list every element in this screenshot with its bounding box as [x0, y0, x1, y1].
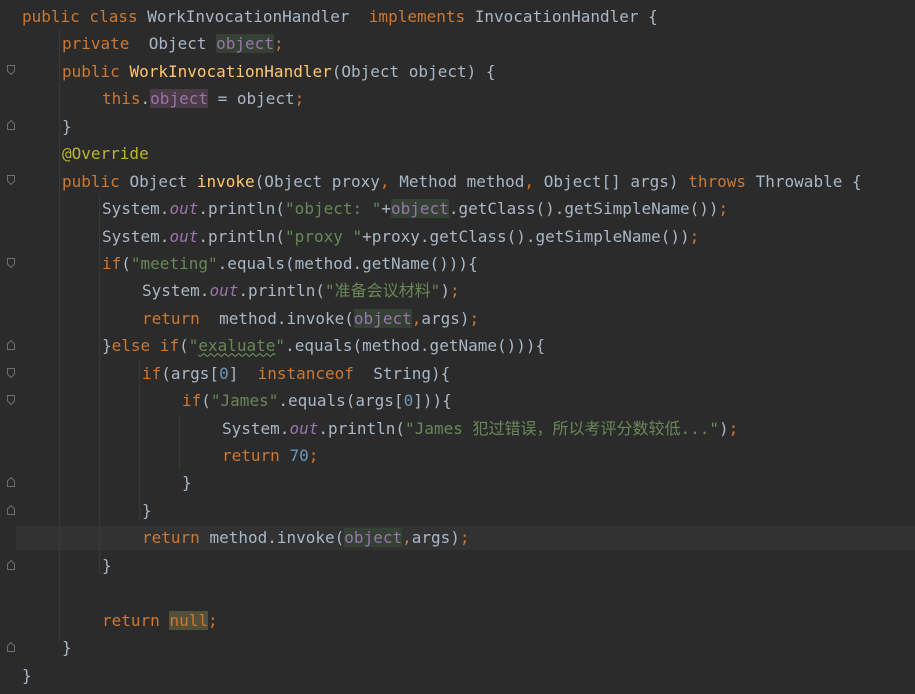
code-line-current[interactable]: return method.invoke(object,args);	[22, 524, 862, 551]
code-line[interactable]: System.out.println("proxy "+proxy.getCla…	[22, 223, 862, 250]
code-line[interactable]: public class WorkInvocationHandler imple…	[22, 3, 862, 30]
fold-open-icon[interactable]	[7, 395, 15, 405]
code-line[interactable]: System.out.println("object: "+object.get…	[22, 195, 862, 222]
code-line[interactable]: }	[22, 469, 862, 496]
code-line[interactable]: return 70;	[22, 442, 862, 469]
fold-open-icon[interactable]	[7, 368, 15, 378]
code-editor[interactable]: public class WorkInvocationHandler imple…	[0, 0, 915, 694]
typo-warning: exaluate	[198, 336, 276, 356]
code-line[interactable]: System.out.println("准备会议材料");	[22, 277, 862, 304]
fold-open-icon[interactable]	[7, 175, 15, 185]
code-line[interactable]: this.object = object;	[22, 85, 862, 112]
editor-gutter[interactable]	[0, 0, 16, 694]
code-line[interactable]: private Object object;	[22, 30, 862, 57]
fold-close-icon[interactable]	[7, 642, 15, 652]
code-line[interactable]: System.out.println("James 犯过错误，所以考评分数较低.…	[22, 415, 862, 442]
code-line[interactable]: @Override	[22, 140, 862, 167]
code-line[interactable]: }	[22, 113, 862, 140]
code-line[interactable]: if(args[0] instanceof String){	[22, 360, 862, 387]
code-line[interactable]: public Object invoke(Object proxy, Metho…	[22, 168, 862, 195]
fold-close-icon[interactable]	[7, 120, 15, 130]
code-line[interactable]: }	[22, 662, 862, 689]
code-content[interactable]: public class WorkInvocationHandler imple…	[22, 3, 862, 689]
fold-open-icon[interactable]	[7, 258, 15, 268]
code-line[interactable]: if("meeting".equals(method.getName())){	[22, 250, 862, 277]
fold-close-icon[interactable]	[7, 340, 15, 350]
code-line-empty[interactable]	[22, 579, 862, 606]
code-line[interactable]: return null;	[22, 607, 862, 634]
code-line[interactable]: }	[22, 634, 862, 661]
code-line[interactable]: public WorkInvocationHandler(Object obje…	[22, 58, 862, 85]
code-line[interactable]: if("James".equals(args[0])){	[22, 387, 862, 414]
fold-close-icon[interactable]	[7, 477, 15, 487]
code-line[interactable]: return method.invoke(object,args);	[22, 305, 862, 332]
fold-close-icon[interactable]	[7, 560, 15, 570]
code-line[interactable]: }else if("exaluate".equals(method.getNam…	[22, 332, 862, 359]
fold-open-icon[interactable]	[7, 65, 15, 75]
code-line[interactable]: }	[22, 552, 862, 579]
code-line[interactable]: }	[22, 497, 862, 524]
fold-close-icon[interactable]	[7, 505, 15, 515]
